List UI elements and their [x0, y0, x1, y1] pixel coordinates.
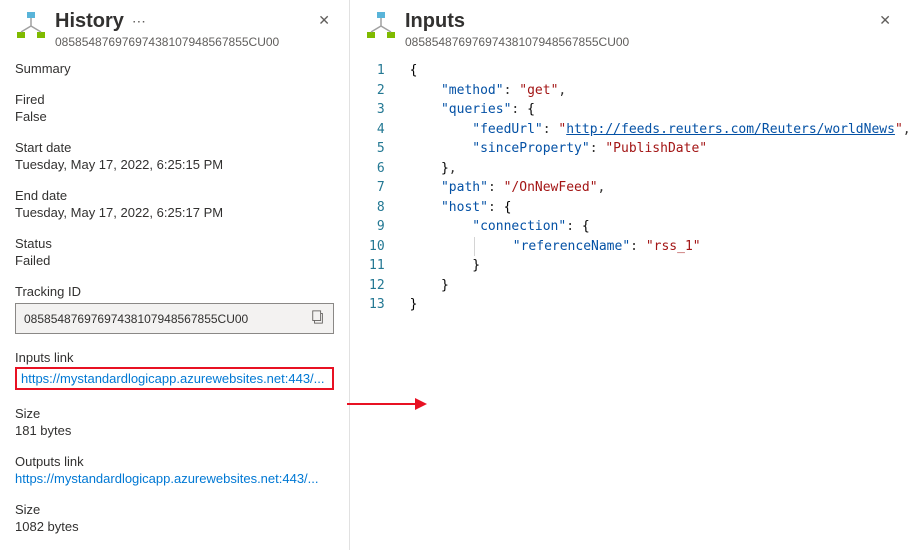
- start-date-value: Tuesday, May 17, 2022, 6:25:15 PM: [15, 157, 334, 172]
- json-sinceproperty: PublishDate: [613, 141, 699, 156]
- inputs-size-value: 181 bytes: [15, 423, 334, 438]
- inputs-size-label: Size: [15, 406, 334, 421]
- outputs-size-label: Size: [15, 502, 334, 517]
- inputs-link[interactable]: https://mystandardlogicapp.azurewebsites…: [15, 367, 334, 390]
- tracking-id-box: 08585487697697438107948567855CU00: [15, 303, 334, 334]
- json-path: /OnNewFeed: [511, 180, 589, 195]
- close-icon[interactable]: ✕: [314, 10, 334, 31]
- logic-app-icon: [15, 10, 47, 42]
- start-date-label: Start date: [15, 140, 334, 155]
- fired-value: False: [15, 109, 334, 124]
- line-gutter: 12345678910111213: [365, 61, 402, 315]
- inputs-id: 08585487697697438107948567855CU00: [405, 35, 875, 49]
- history-id: 08585487697697438107948567855CU00: [55, 35, 314, 49]
- json-feedurl[interactable]: http://feeds.reuters.com/Reuters/worldNe…: [566, 122, 895, 137]
- tracking-id-value: 08585487697697438107948567855CU00: [24, 312, 311, 326]
- status-value: Failed: [15, 253, 334, 268]
- copy-icon[interactable]: [311, 310, 325, 327]
- logic-app-icon: [365, 10, 397, 42]
- history-panel: History ⋯ 08585487697697438107948567855C…: [0, 0, 350, 550]
- inputs-link-label: Inputs link: [15, 350, 334, 365]
- history-header: History ⋯ 08585487697697438107948567855C…: [15, 10, 334, 49]
- json-method: get: [527, 83, 550, 98]
- fired-label: Fired: [15, 92, 334, 107]
- end-date-label: End date: [15, 188, 334, 203]
- outputs-size-value: 1082 bytes: [15, 519, 334, 534]
- history-title: History: [55, 10, 124, 33]
- json-refname: rss_1: [654, 239, 693, 254]
- summary-label: Summary: [15, 61, 334, 76]
- outputs-link-label: Outputs link: [15, 454, 334, 469]
- close-icon[interactable]: ✕: [875, 10, 895, 31]
- status-label: Status: [15, 236, 334, 251]
- inputs-header: Inputs 08585487697697438107948567855CU00…: [365, 10, 895, 49]
- code-content: { "method": "get", "queries": { "feedUrl…: [402, 61, 910, 315]
- json-editor[interactable]: 12345678910111213 { "method": "get", "qu…: [365, 61, 895, 315]
- end-date-value: Tuesday, May 17, 2022, 6:25:17 PM: [15, 205, 334, 220]
- inputs-title: Inputs: [405, 10, 465, 33]
- outputs-link[interactable]: https://mystandardlogicapp.azurewebsites…: [15, 471, 319, 486]
- inputs-panel: Inputs 08585487697697438107948567855CU00…: [350, 0, 910, 550]
- tracking-id-label: Tracking ID: [15, 284, 334, 299]
- more-icon[interactable]: ⋯: [132, 13, 146, 30]
